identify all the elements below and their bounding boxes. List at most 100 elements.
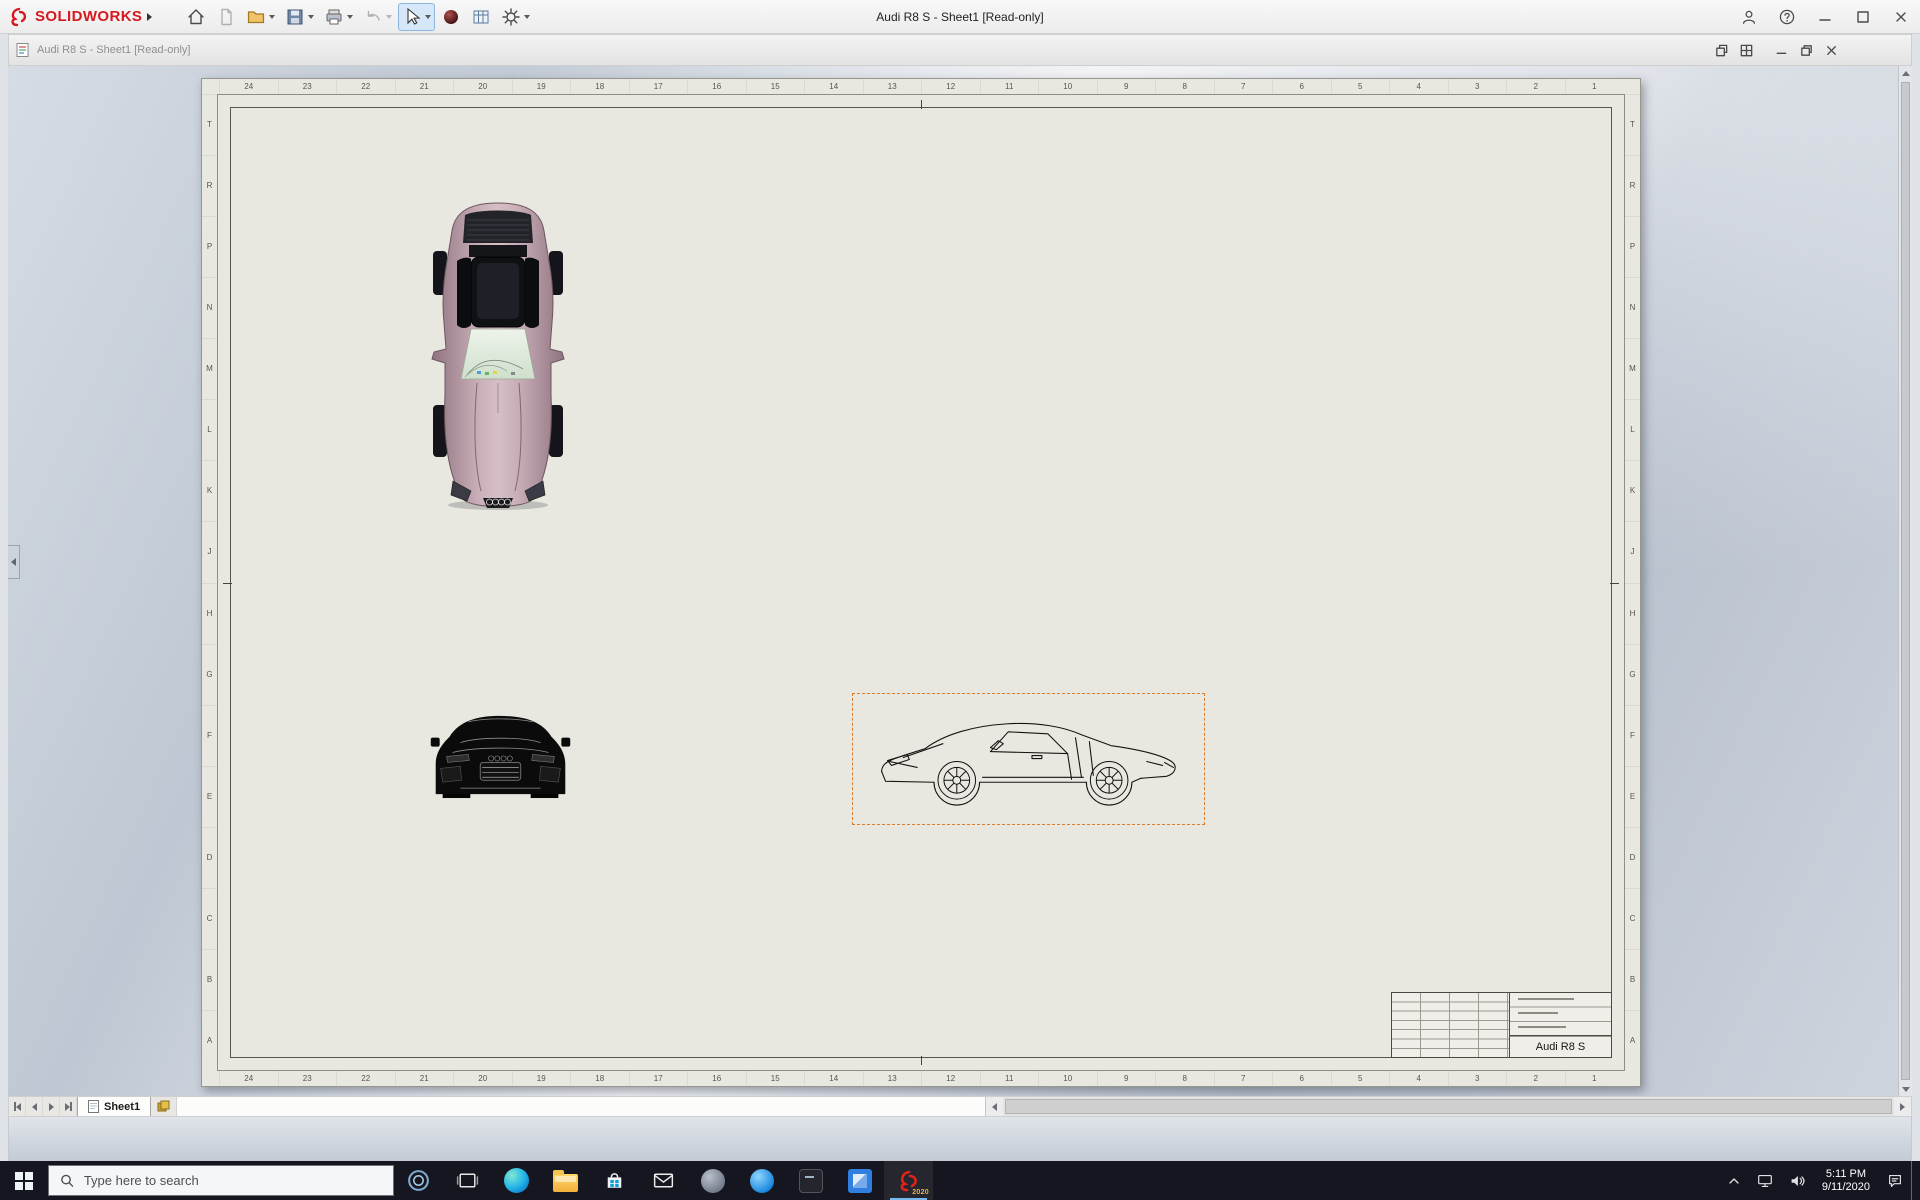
print-icon xyxy=(326,9,342,24)
title-block-revision-table xyxy=(1392,993,1510,1057)
menu-expand-icon[interactable] xyxy=(147,12,153,21)
horizontal-scrollbar[interactable] xyxy=(986,1097,1911,1116)
title-block-text-line xyxy=(1518,1012,1558,1014)
scroll-right-button[interactable] xyxy=(1894,1097,1911,1116)
home-button[interactable] xyxy=(182,3,210,31)
center-mark-right xyxy=(1610,582,1619,584)
taskbar-clock[interactable]: 5:11 PM 9/11/2020 xyxy=(1813,1161,1879,1200)
blue-circle-app-button[interactable] xyxy=(737,1161,786,1200)
drawing-view-front[interactable] xyxy=(430,709,571,800)
network-icon xyxy=(1757,1174,1772,1187)
edge-icon xyxy=(504,1168,529,1193)
next-sheet-button[interactable] xyxy=(43,1097,60,1116)
scroll-down-button[interactable] xyxy=(1899,1082,1912,1096)
center-mark-left xyxy=(223,582,232,584)
previous-sheet-button[interactable] xyxy=(26,1097,43,1116)
add-sheet-button[interactable] xyxy=(151,1097,178,1116)
system-tray: 5:11 PM 9/11/2020 xyxy=(1719,1161,1920,1200)
graphics-area[interactable]: 24 23 22 21 20 19 18 17 16 15 14 13 12 11 10 9 8 7 6 5 4 3 2 1 … xyxy=(8,66,1912,1096)
mail-icon xyxy=(653,1173,674,1188)
drawing-view-side[interactable] xyxy=(872,714,1188,807)
render-sphere-button[interactable] xyxy=(437,3,465,31)
doc-restore-icon[interactable] xyxy=(1799,43,1814,58)
sheet-tab-label: Sheet1 xyxy=(104,1100,141,1113)
sheet-tab-strip xyxy=(177,1097,986,1116)
windows-logo-icon xyxy=(15,1171,33,1190)
save-button[interactable] xyxy=(281,3,318,31)
tile-windows-icon[interactable] xyxy=(1739,43,1754,58)
edge-button[interactable] xyxy=(492,1161,541,1200)
save-icon xyxy=(287,9,303,24)
sheet-paper[interactable]: Audi R8 S xyxy=(217,94,1625,1071)
blue-square-app-button[interactable] xyxy=(835,1161,884,1200)
store-button[interactable] xyxy=(590,1161,639,1200)
open-dropdown-caret[interactable] xyxy=(269,14,276,19)
last-sheet-button[interactable] xyxy=(60,1097,77,1116)
horizontal-scrollbar-track[interactable] xyxy=(1003,1097,1894,1116)
vertical-scrollbar-thumb[interactable] xyxy=(1901,82,1910,1080)
status-bar xyxy=(8,1117,1912,1161)
volume-button[interactable] xyxy=(1781,1161,1813,1200)
scroll-left-button[interactable] xyxy=(986,1097,1003,1116)
help-button[interactable] xyxy=(1768,0,1806,33)
open-folder-icon xyxy=(248,10,265,23)
document-title-bar: Audi R8 S - Sheet1 [Read-only] xyxy=(8,34,1912,66)
drawing-view-top[interactable] xyxy=(427,199,569,512)
close-icon xyxy=(1896,11,1906,22)
show-desktop-button[interactable] xyxy=(1911,1161,1920,1200)
gray-app-button[interactable] xyxy=(688,1161,737,1200)
file-explorer-button[interactable] xyxy=(541,1161,590,1200)
select-tool-button[interactable] xyxy=(398,2,436,31)
mail-button[interactable] xyxy=(639,1161,688,1200)
table-icon xyxy=(473,10,489,23)
cortana-icon xyxy=(408,1170,429,1191)
print-button[interactable] xyxy=(320,3,357,31)
sheet-tab-bar: Sheet1 xyxy=(8,1096,1912,1117)
options-button[interactable] xyxy=(497,3,534,31)
taskbar-search[interactable] xyxy=(48,1165,394,1196)
dark-app-button[interactable] xyxy=(786,1161,835,1200)
undo-button[interactable] xyxy=(359,3,396,31)
undo-icon xyxy=(368,10,381,21)
select-arrow-icon xyxy=(407,7,421,25)
quick-access-toolbar xyxy=(182,0,534,33)
search-input[interactable] xyxy=(83,1173,382,1188)
vertical-scrollbar[interactable] xyxy=(1898,66,1912,1096)
first-sheet-button[interactable] xyxy=(9,1097,26,1116)
account-button[interactable] xyxy=(1730,0,1768,33)
options-dropdown-caret[interactable] xyxy=(524,14,531,19)
clock-time: 5:11 PM xyxy=(1825,1167,1867,1180)
doc-close-icon[interactable] xyxy=(1824,43,1839,58)
minimize-button[interactable] xyxy=(1806,0,1844,33)
action-center-button[interactable] xyxy=(1879,1161,1911,1200)
task-view-button[interactable] xyxy=(443,1161,492,1200)
start-button[interactable] xyxy=(0,1161,48,1200)
feature-manager-collapsed-tab[interactable] xyxy=(8,545,20,579)
network-button[interactable] xyxy=(1749,1161,1781,1200)
open-button[interactable] xyxy=(242,3,279,31)
chevron-up-icon xyxy=(1729,1177,1739,1184)
save-dropdown-caret[interactable] xyxy=(308,14,315,19)
undo-dropdown-caret[interactable] xyxy=(386,14,393,19)
close-button[interactable] xyxy=(1882,0,1920,33)
cortana-button[interactable] xyxy=(394,1161,443,1200)
scroll-up-button[interactable] xyxy=(1899,66,1912,80)
file-explorer-icon xyxy=(553,1169,578,1192)
doc-minimize-icon[interactable] xyxy=(1774,43,1789,58)
solidworks-menu[interactable]: SOLIDWORKS xyxy=(0,0,160,33)
new-document-button[interactable] xyxy=(212,3,240,31)
solidworks-taskbar-button[interactable]: 2020 xyxy=(884,1161,933,1200)
horizontal-scrollbar-thumb[interactable] xyxy=(1005,1099,1892,1114)
ruler-bottom: 24 23 22 21 20 19 18 17 16 15 14 13 12 11 10 9 8 7 6 5 4 3 2 1 xyxy=(219,1071,1623,1086)
tab-sheet1[interactable]: Sheet1 xyxy=(77,1097,152,1116)
design-table-button[interactable] xyxy=(467,3,495,31)
maximize-button[interactable] xyxy=(1844,0,1882,33)
brand-text: SOLIDWORKS xyxy=(35,8,143,25)
hidden-icons-button[interactable] xyxy=(1719,1161,1749,1200)
document-icon xyxy=(16,43,29,57)
print-dropdown-caret[interactable] xyxy=(347,14,354,19)
cascade-windows-icon[interactable] xyxy=(1714,43,1729,58)
select-dropdown-caret[interactable] xyxy=(425,14,432,19)
task-view-icon xyxy=(456,1173,479,1188)
dark-app-icon xyxy=(798,1168,823,1193)
